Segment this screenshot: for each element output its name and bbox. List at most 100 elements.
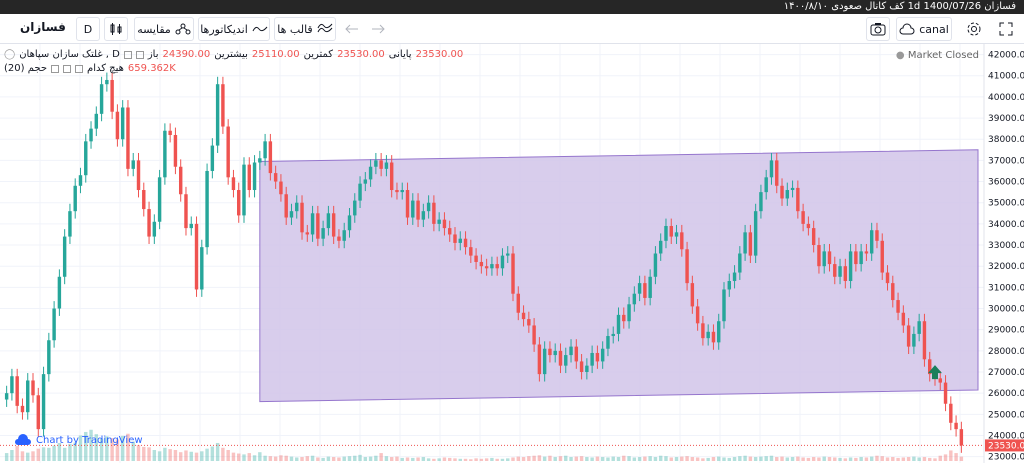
candle-body bbox=[242, 164, 246, 216]
volume-bar bbox=[316, 457, 320, 461]
volume-bar bbox=[622, 455, 626, 461]
fullscreen-button[interactable] bbox=[994, 17, 1018, 41]
candle-body bbox=[110, 79, 114, 112]
candle-body bbox=[78, 175, 83, 186]
candle-body bbox=[658, 240, 663, 254]
y-tick-label: 37000.00 bbox=[988, 156, 1024, 166]
candle-body bbox=[854, 251, 858, 265]
candle-body bbox=[31, 380, 35, 396]
volume-settings-icon[interactable] bbox=[63, 65, 72, 73]
volume-bar bbox=[943, 454, 948, 461]
settings-button[interactable] bbox=[962, 17, 986, 41]
legend-settings-icon[interactable] bbox=[123, 51, 132, 59]
volume-bar bbox=[521, 457, 526, 461]
legend-open-value: 24390.00 bbox=[162, 49, 211, 60]
candle-body bbox=[426, 202, 431, 212]
candle-body bbox=[938, 378, 942, 383]
volume-bar bbox=[448, 457, 452, 461]
candle-body bbox=[331, 213, 336, 237]
volume-bar bbox=[579, 456, 584, 461]
volume-bar bbox=[785, 457, 790, 461]
volume-bar bbox=[611, 456, 615, 461]
volume-bar bbox=[859, 457, 863, 461]
tradingview-branding[interactable]: Chart by TradingView bbox=[14, 434, 143, 446]
volume-bar bbox=[400, 457, 404, 461]
legend-high-value: 25110.00 bbox=[251, 49, 300, 60]
last-price-label: 23530.00 bbox=[988, 441, 1024, 451]
y-tick-label: 35000.00 bbox=[988, 199, 1024, 209]
volume-bar bbox=[490, 457, 494, 461]
volume-bar bbox=[389, 457, 394, 461]
legend-volume-sub-label: هیچ کدام bbox=[87, 63, 124, 74]
status-dot-icon: ● bbox=[895, 50, 905, 61]
volume-bar bbox=[36, 448, 40, 461]
candle-body bbox=[337, 236, 341, 241]
volume-bar bbox=[142, 446, 146, 461]
legend-close-icon[interactable] bbox=[135, 51, 144, 59]
candle-body bbox=[448, 228, 452, 235]
volume-bar bbox=[901, 457, 906, 461]
chart-legend: ◯ غلتک سازان سپاهان , D باز 24390.00 بیش… bbox=[4, 48, 463, 76]
candle-body bbox=[579, 361, 584, 373]
volume-bar bbox=[954, 453, 958, 461]
volume-bar bbox=[200, 451, 204, 461]
candle-body bbox=[463, 238, 468, 248]
candle-body bbox=[680, 232, 684, 250]
candle-body bbox=[859, 251, 863, 265]
candle-body bbox=[178, 166, 183, 195]
candle-body bbox=[521, 312, 526, 320]
candle-body bbox=[490, 264, 494, 269]
candle-body bbox=[120, 107, 125, 140]
volume-bar bbox=[759, 456, 763, 461]
candle-body bbox=[36, 395, 40, 430]
undo-button[interactable] bbox=[340, 17, 364, 41]
volume-bar bbox=[331, 457, 336, 461]
indicators-button[interactable]: اندیکاتورها bbox=[198, 17, 270, 41]
screenshot-button[interactable] bbox=[866, 17, 890, 41]
y-tick-label: 42000.00 bbox=[988, 51, 1024, 61]
candle-body bbox=[10, 376, 14, 394]
candle-body bbox=[801, 211, 805, 224]
volume-bar bbox=[732, 457, 737, 461]
candle-body bbox=[643, 283, 647, 298]
candle-body bbox=[221, 84, 225, 127]
volume-bar bbox=[258, 452, 262, 461]
volume-bar bbox=[511, 457, 515, 461]
volume-bar bbox=[353, 455, 357, 461]
volume-bar bbox=[168, 449, 172, 461]
templates-button[interactable]: قالب ها bbox=[274, 17, 336, 41]
candle-body bbox=[790, 187, 795, 191]
interval-button[interactable]: D bbox=[76, 17, 100, 41]
compare-button[interactable]: مقایسه bbox=[134, 17, 194, 41]
volume-bar bbox=[643, 456, 647, 461]
candle-body bbox=[711, 331, 716, 343]
volume-eye-icon[interactable] bbox=[51, 65, 60, 73]
volume-bar bbox=[775, 457, 779, 461]
candle-body bbox=[811, 228, 816, 246]
volume-bar bbox=[374, 455, 378, 461]
candle-body bbox=[558, 350, 563, 366]
candle-body bbox=[695, 306, 700, 324]
symbol-name[interactable]: فسازان bbox=[20, 20, 66, 34]
candle-body bbox=[131, 160, 135, 169]
volume-bar bbox=[26, 452, 30, 461]
y-tick-label: 39000.00 bbox=[988, 114, 1024, 124]
redo-button[interactable] bbox=[366, 17, 390, 41]
volume-bar bbox=[479, 458, 484, 461]
volume-bar bbox=[273, 456, 278, 461]
candle-body bbox=[342, 230, 346, 241]
candle-body bbox=[943, 382, 948, 404]
volume-bar bbox=[653, 457, 658, 461]
y-tick-label: 36000.00 bbox=[988, 178, 1024, 188]
candle-body bbox=[184, 194, 188, 229]
save-cloud-button[interactable]: canal bbox=[896, 17, 952, 41]
volume-bar bbox=[242, 454, 246, 461]
volume-bar bbox=[532, 455, 536, 461]
candle-body bbox=[906, 325, 911, 347]
candle-body bbox=[648, 276, 652, 298]
candle-body bbox=[896, 300, 900, 313]
candle-body bbox=[189, 223, 193, 229]
volume-close-icon[interactable] bbox=[75, 65, 84, 73]
price-chart[interactable]: 42000.00 41000.00 40000.00 39000.00 38000.00… bbox=[0, 44, 1024, 463]
chart-type-button[interactable] bbox=[104, 17, 128, 41]
